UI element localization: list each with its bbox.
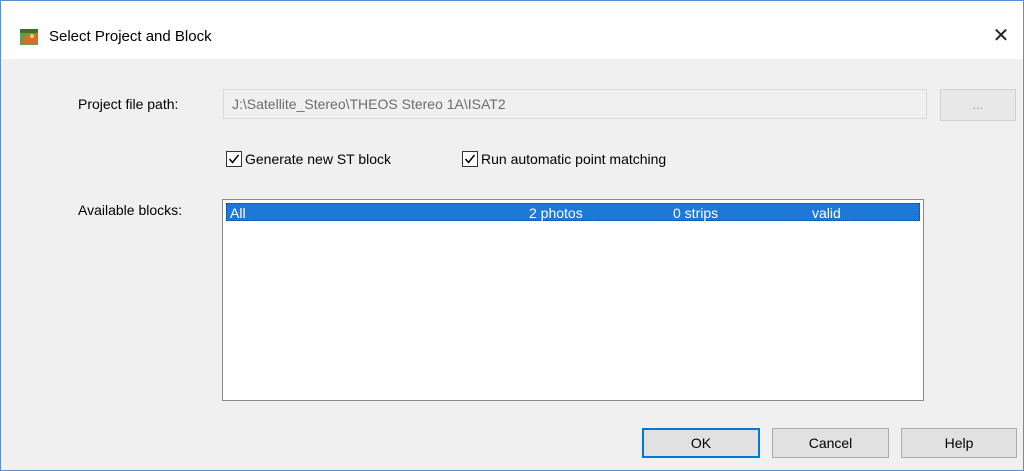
cancel-button[interactable]: Cancel — [772, 428, 889, 458]
project-path-label: Project file path: — [78, 96, 179, 112]
available-blocks-label: Available blocks: — [78, 202, 183, 218]
project-map-icon — [19, 27, 39, 47]
block-status: valid — [812, 205, 841, 221]
title-bar: Select Project and Block ✕ — [1, 1, 1023, 59]
blocks-listbox[interactable]: All 2 photos 0 strips valid — [222, 199, 924, 401]
window-title: Select Project and Block — [49, 28, 212, 45]
generate-st-block-label: Generate new ST block — [245, 151, 392, 167]
ok-button[interactable]: OK — [642, 428, 760, 458]
project-path-input[interactable] — [223, 89, 927, 119]
dialog-window: Select Project and Block ✕ Project file … — [0, 0, 1024, 471]
block-name: All — [230, 205, 246, 221]
list-item[interactable]: All 2 photos 0 strips valid — [226, 203, 920, 221]
checkbox-box[interactable] — [226, 151, 242, 167]
checkbox-box[interactable] — [462, 151, 478, 167]
close-icon: ✕ — [992, 24, 1010, 47]
checkmark-icon — [228, 154, 240, 164]
auto-point-matching-label: Run automatic point matching — [481, 151, 667, 167]
block-photos: 2 photos — [529, 205, 583, 221]
close-button[interactable]: ✕ — [979, 17, 1023, 53]
generate-st-block-checkbox[interactable]: Generate new ST block — [226, 149, 391, 169]
block-strips: 0 strips — [673, 205, 719, 221]
help-button[interactable]: Help — [901, 428, 1017, 458]
auto-point-matching-checkbox[interactable]: Run automatic point matching — [462, 149, 666, 169]
checkmark-icon — [464, 154, 476, 164]
browse-button[interactable]: ... — [940, 89, 1016, 121]
